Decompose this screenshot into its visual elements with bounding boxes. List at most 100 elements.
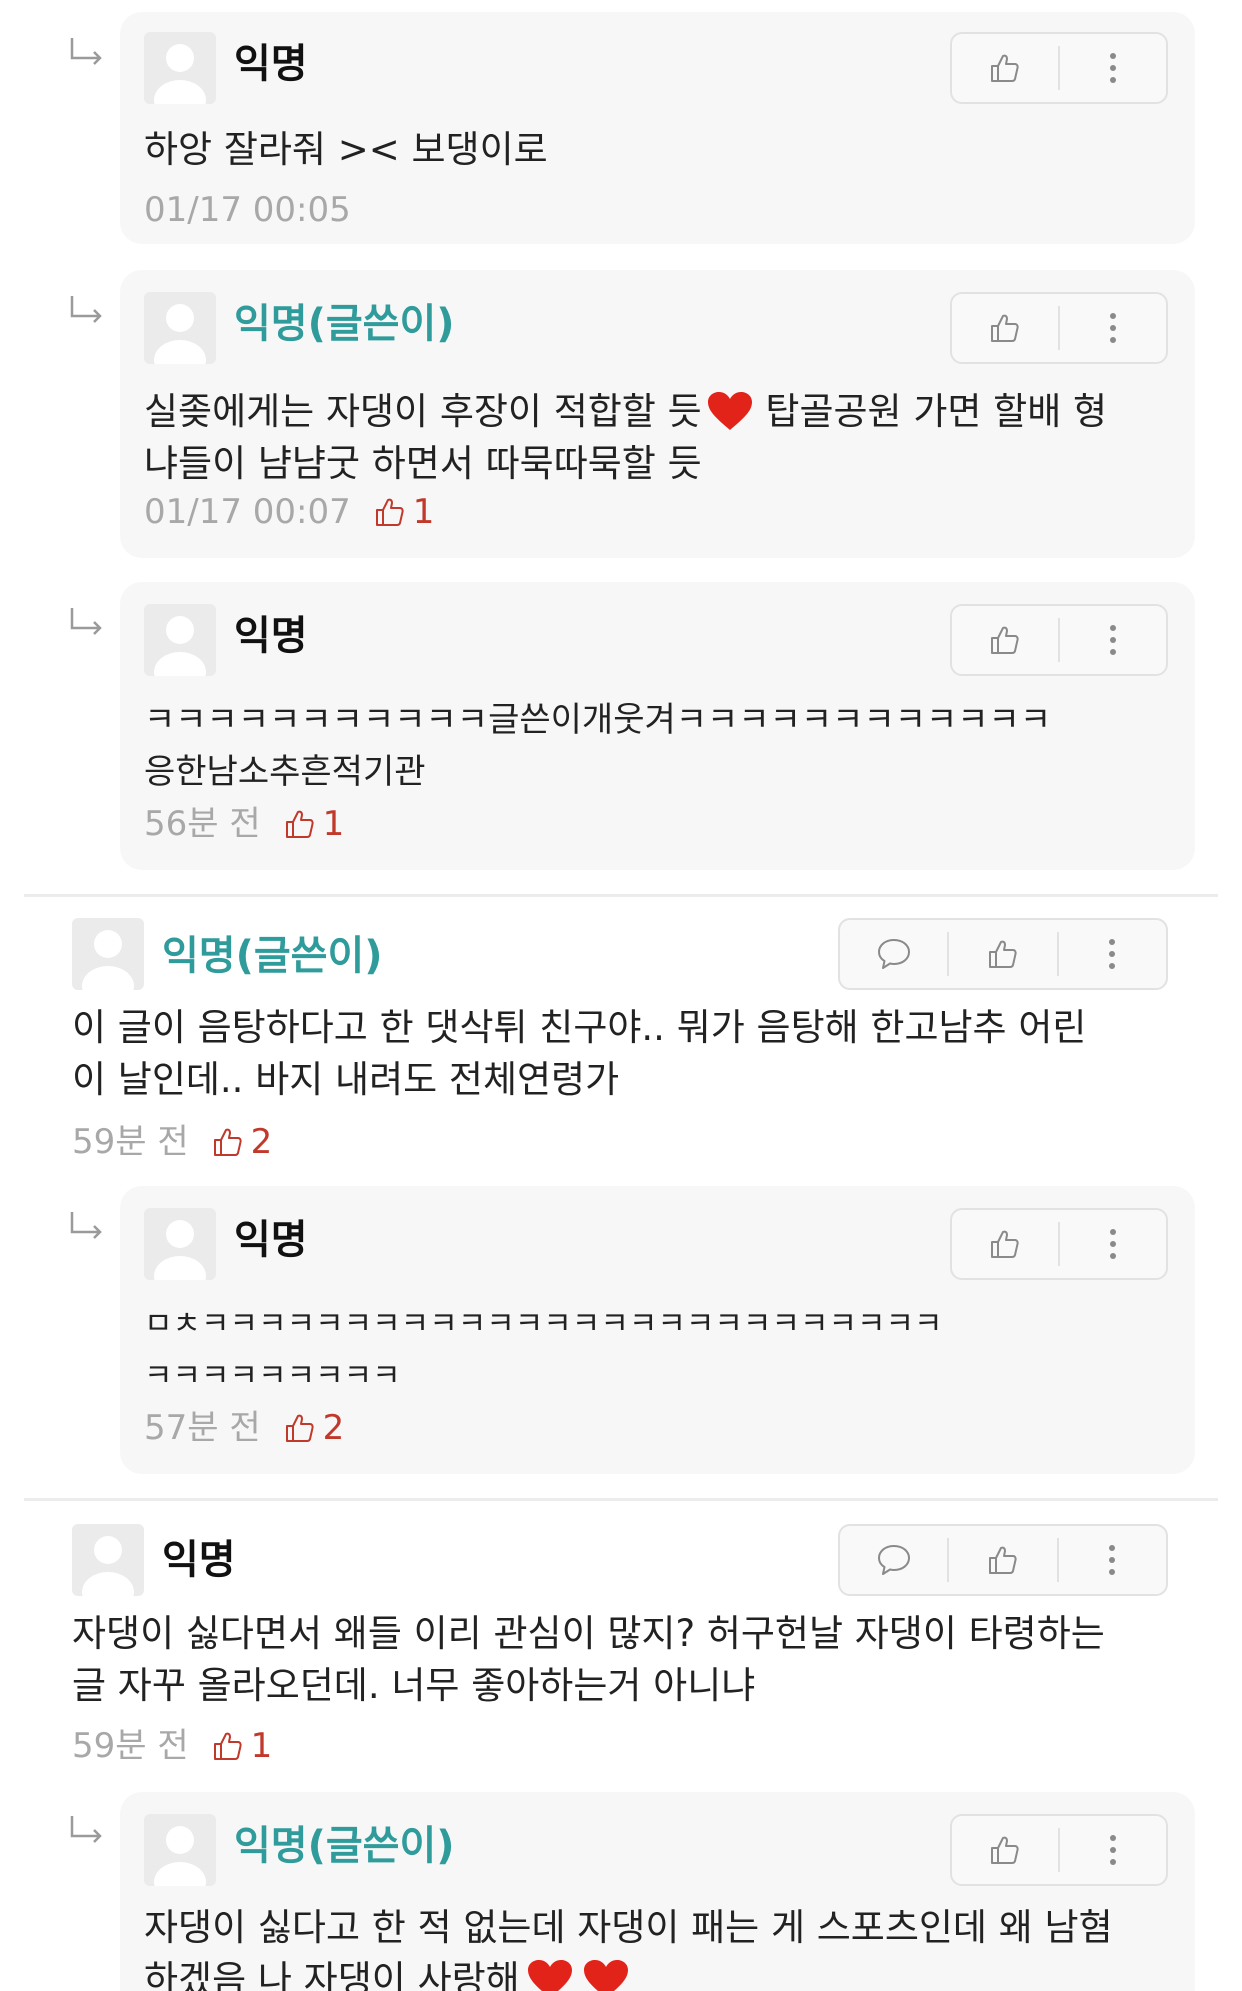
like-button[interactable] bbox=[952, 1816, 1058, 1884]
like-count-value: 1 bbox=[250, 1726, 273, 1766]
more-vertical-icon bbox=[1109, 939, 1116, 969]
comment-text-line: 냐들이 냠냠굿 하면서 따묵따묵할 듯 bbox=[144, 442, 702, 485]
like-count-value: 1 bbox=[322, 804, 345, 844]
more-vertical-icon bbox=[1109, 1545, 1116, 1575]
comment-text-line: 하겠음 나 자댕이 사랑해 bbox=[144, 1954, 1113, 1991]
comment-text: 이 글이 음탕하다고 한 댓삭튀 친구야.. 뭐가 음탕해 한고남추 어린 이 … bbox=[72, 1002, 1086, 1106]
comment-text: 하앙 잘라줘 >< 보댕이로 bbox=[144, 124, 548, 176]
comment-divider bbox=[24, 1498, 1218, 1501]
thumbs-up-icon bbox=[991, 626, 1019, 654]
comment-text-line: 실좆에게는 자댕이 후장이 적합할 듯 탑골공원 가면 할배 형 bbox=[144, 386, 1107, 438]
like-button[interactable] bbox=[949, 920, 1056, 988]
speech-bubble-icon bbox=[877, 939, 910, 969]
reply-arrow-icon bbox=[68, 1210, 108, 1246]
comment-text: 자댕이 싫다면서 왜들 이리 관심이 많지? 허구헌날 자댕이 타령하는 글 자… bbox=[72, 1608, 1105, 1712]
like-count: 1 bbox=[373, 492, 435, 532]
comment-author: 익명 bbox=[234, 1217, 308, 1263]
like-button[interactable] bbox=[952, 294, 1058, 362]
more-options-button[interactable] bbox=[1060, 34, 1166, 102]
comment-text-line: 응한남소추흔적기관 bbox=[144, 752, 426, 792]
thumbs-up-icon bbox=[213, 1732, 242, 1760]
like-button[interactable] bbox=[952, 1210, 1058, 1278]
avatar bbox=[144, 32, 216, 104]
more-vertical-icon bbox=[1109, 625, 1116, 655]
comment-time: 57분 전 bbox=[144, 1408, 261, 1448]
more-options-button[interactable] bbox=[1059, 1526, 1166, 1594]
comment-time: 01/17 00:07 bbox=[144, 492, 351, 532]
comment-text-line: ㅋㅋㅋㅋㅋㅋㅋㅋㅋㅋㅋ글쓴이개웃겨ㅋㅋㅋㅋㅋㅋㅋㅋㅋㅋㅋㅋ bbox=[144, 700, 1052, 740]
comment-text-segment: 탑골공원 가면 할배 형 bbox=[753, 390, 1108, 433]
avatar bbox=[144, 292, 216, 364]
comment-author: 익명(글쓴이) bbox=[234, 301, 455, 347]
like-button[interactable] bbox=[952, 606, 1058, 674]
comment-time: 59분 전 bbox=[72, 1122, 189, 1162]
thumbs-up-icon bbox=[991, 54, 1019, 82]
more-vertical-icon bbox=[1109, 53, 1116, 83]
like-button[interactable] bbox=[952, 34, 1058, 102]
comment-text: ㅁㅊㅋㅋㅋㅋㅋㅋㅋㅋㅋㅋㅋㅋㅋㅋㅋㅋㅋㅋㅋㅋㅋㅋㅋㅋㅋㅋ ㅋㅋㅋㅋㅋㅋㅋㅋㅋ bbox=[144, 1298, 943, 1402]
more-options-button[interactable] bbox=[1060, 1210, 1166, 1278]
comment-actions bbox=[950, 1814, 1168, 1886]
thumbs-up-icon bbox=[213, 1128, 242, 1156]
comment-meta: 59분 전 1 bbox=[72, 1726, 272, 1766]
like-count: 2 bbox=[283, 1408, 345, 1448]
thumbs-up-icon bbox=[989, 940, 1017, 968]
comment-meta: 01/17 00:05 bbox=[144, 190, 351, 230]
comment-actions bbox=[950, 292, 1168, 364]
reply-comment-card: 익명(글쓴이) 자댕이 싫다고 한 적 없는데 자댕이 패는 게 스포츠인데 왜… bbox=[120, 1792, 1195, 1991]
like-count: 1 bbox=[283, 804, 345, 844]
more-options-button[interactable] bbox=[1060, 294, 1166, 362]
reply-comment-card: 익명(글쓴이) 실좆에게는 자댕이 후장이 적합할 듯 탑골공원 가면 할배 형… bbox=[120, 270, 1195, 558]
more-vertical-icon bbox=[1109, 313, 1116, 343]
more-vertical-icon bbox=[1109, 1229, 1116, 1259]
thumbs-up-icon bbox=[375, 498, 404, 526]
like-count-value: 2 bbox=[322, 1408, 345, 1448]
avatar bbox=[72, 1524, 144, 1596]
more-vertical-icon bbox=[1109, 1835, 1116, 1865]
comment-text-line: 자댕이 싫다고 한 적 없는데 자댕이 패는 게 스포츠인데 왜 남혐 bbox=[144, 1906, 1113, 1949]
like-count: 1 bbox=[211, 1726, 273, 1766]
comment-time: 56분 전 bbox=[144, 804, 261, 844]
comment-meta: 57분 전 2 bbox=[144, 1408, 344, 1448]
comment-text-line: 이 날인데.. 바지 내려도 전체연령가 bbox=[72, 1058, 620, 1101]
more-options-button[interactable] bbox=[1059, 920, 1166, 988]
comment-actions bbox=[838, 1524, 1168, 1596]
comment-author: 익명 bbox=[234, 613, 308, 659]
comment-time: 59분 전 bbox=[72, 1726, 189, 1766]
comment-author: 익명 bbox=[162, 1537, 236, 1583]
thumbs-up-icon bbox=[991, 1836, 1019, 1864]
speech-bubble-icon bbox=[877, 1545, 910, 1575]
comment-time: 01/17 00:05 bbox=[144, 190, 351, 230]
like-count-value: 1 bbox=[412, 492, 435, 532]
comment-divider bbox=[24, 894, 1218, 897]
comment-meta: 59분 전 2 bbox=[72, 1122, 272, 1162]
reply-button[interactable] bbox=[840, 1526, 947, 1594]
comment-text-segment: 하겠음 나 자댕이 사랑해 bbox=[144, 1958, 520, 1991]
reply-arrow-icon bbox=[68, 606, 108, 642]
reply-button[interactable] bbox=[840, 920, 947, 988]
comment-author: 익명(글쓴이) bbox=[234, 1823, 455, 1869]
comment-text: ㅋㅋㅋㅋㅋㅋㅋㅋㅋㅋㅋ글쓴이개웃겨ㅋㅋㅋㅋㅋㅋㅋㅋㅋㅋㅋㅋ 응한남소추흔적기관 bbox=[144, 694, 1051, 798]
reply-arrow-icon bbox=[68, 36, 108, 72]
reply-comment-card: 익명 ㅋㅋㅋㅋㅋㅋㅋㅋㅋㅋㅋ글쓴이개웃겨ㅋㅋㅋㅋㅋㅋㅋㅋㅋㅋㅋㅋ 응한남소추흔적… bbox=[120, 582, 1195, 870]
like-button[interactable] bbox=[949, 1526, 1056, 1594]
avatar bbox=[72, 918, 144, 990]
red-heart-icon bbox=[583, 1960, 628, 1991]
more-options-button[interactable] bbox=[1060, 1816, 1166, 1884]
comment-text-line: 글 자꾸 올라오던데. 너무 좋아하는거 아니냐 bbox=[72, 1664, 756, 1707]
like-count: 2 bbox=[211, 1122, 273, 1162]
thumbs-up-icon bbox=[285, 810, 314, 838]
comment-text-line: 이 글이 음탕하다고 한 댓삭튀 친구야.. 뭐가 음탕해 한고남추 어린 bbox=[72, 1006, 1087, 1049]
comment-text-line: 자댕이 싫다면서 왜들 이리 관심이 많지? 허구헌날 자댕이 타령하는 bbox=[72, 1612, 1105, 1655]
comment-actions bbox=[838, 918, 1168, 990]
like-count-value: 2 bbox=[250, 1122, 273, 1162]
thumbs-up-icon bbox=[991, 1230, 1019, 1258]
comment-actions bbox=[950, 32, 1168, 104]
comment-meta: 56분 전 1 bbox=[144, 804, 344, 844]
thumbs-up-icon bbox=[989, 1546, 1017, 1574]
avatar bbox=[144, 1208, 216, 1280]
comment-author: 익명 bbox=[234, 41, 308, 87]
more-options-button[interactable] bbox=[1060, 606, 1166, 674]
comment-actions bbox=[950, 1208, 1168, 1280]
red-heart-icon bbox=[527, 1960, 572, 1991]
